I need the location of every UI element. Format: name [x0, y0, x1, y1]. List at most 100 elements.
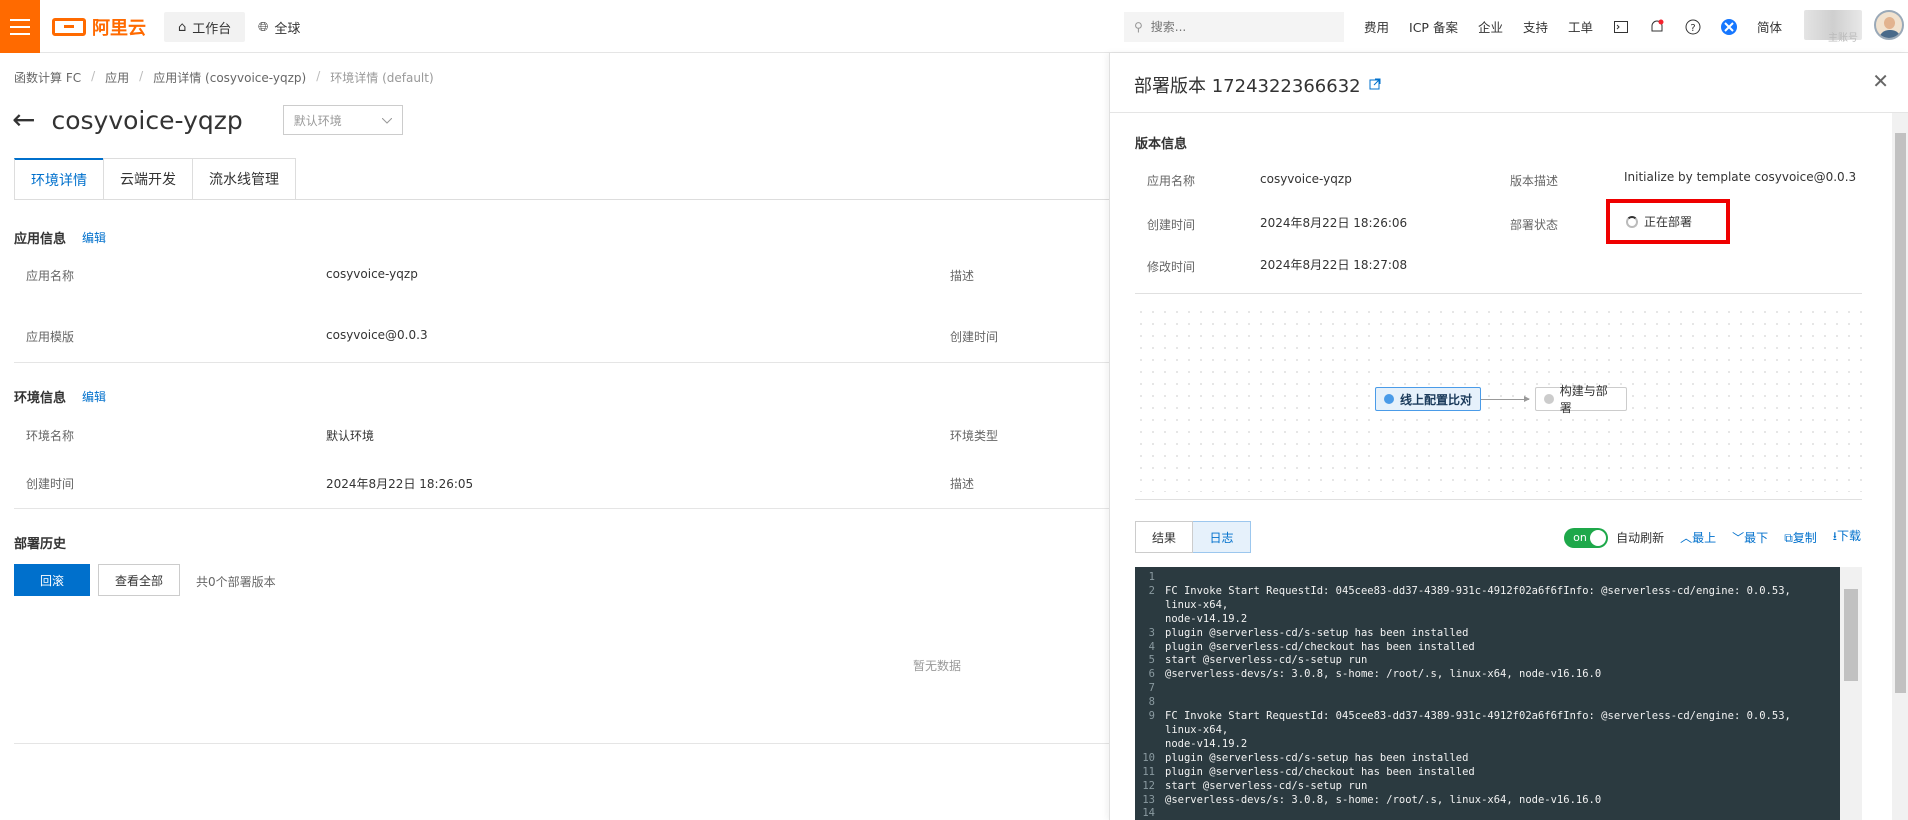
deploy-history-heading: 部署历史	[14, 537, 67, 552]
log-line: 11 plugin @serverless-cd/checkout has bee…	[1135, 766, 1840, 780]
help-icon[interactable]: ?	[1685, 19, 1701, 35]
status-dot-icon	[1384, 394, 1394, 404]
home-icon: ⌂	[178, 19, 187, 35]
env-created-value: 2024年8月22日 18:26:05	[326, 477, 474, 491]
main-content: 函数计算 FC / 应用 / 应用详情 (cosyvoice-yqzp) / 环…	[0, 53, 1110, 820]
scroll-top-button[interactable]: ︿最上	[1680, 529, 1716, 546]
breadcrumb-separator: /	[139, 69, 144, 83]
workbench-label: 工作台	[192, 21, 232, 37]
log-line-number: 11	[1142, 765, 1155, 778]
top-link-enterprise[interactable]: 企业	[1478, 17, 1503, 36]
log-line-text	[1161, 807, 1821, 820]
terminal-icon[interactable]	[1613, 19, 1629, 35]
breadcrumb-item-fc[interactable]: 函数计算 FC	[14, 69, 81, 86]
flow-node-build-deploy[interactable]: 构建与部署	[1535, 384, 1627, 415]
breadcrumb-separator: /	[316, 69, 321, 83]
version-info-heading: 版本信息	[1135, 137, 1188, 152]
loading-spinner-icon	[1626, 215, 1638, 228]
hamburger-menu-icon[interactable]	[0, 0, 40, 53]
log-line-number: 3	[1148, 626, 1155, 639]
copy-button[interactable]: ⧉复制	[1784, 529, 1817, 546]
rollback-button[interactable]: 回滚	[14, 564, 90, 596]
search-icon: ⚲	[1134, 20, 1143, 34]
auto-refresh-label: 自动刷新	[1616, 531, 1665, 545]
download-button[interactable]: ⭳下载	[1833, 527, 1861, 548]
app-info-edit-link[interactable]: 编辑	[82, 229, 106, 246]
flow-node-label: 构建与部署	[1559, 384, 1608, 415]
search-box[interactable]: ⚲	[1124, 12, 1344, 42]
top-link-support[interactable]: 支持	[1523, 17, 1548, 36]
env-created-label: 创建时间	[26, 477, 75, 491]
tab-env-detail[interactable]: 环境详情	[14, 158, 103, 200]
log-line-number: 5	[1148, 654, 1155, 667]
log-line: 9 FC Invoke Start RequestId: 045cee83-dd3…	[1135, 710, 1840, 752]
tab-log[interactable]: 日志	[1193, 521, 1251, 553]
drawer-scrollbar[interactable]	[1892, 113, 1908, 820]
tab-pipeline[interactable]: 流水线管理	[192, 158, 296, 200]
chevron-down-icon: ﹀	[1732, 531, 1745, 545]
environment-select[interactable]: 默认环境	[282, 105, 403, 135]
app-name-label: 应用名称	[26, 269, 75, 283]
notification-bell-icon[interactable]	[1649, 19, 1665, 35]
drawer-title-group: 部署版本 1724322366632	[1134, 72, 1381, 98]
tab-result[interactable]: 结果	[1135, 521, 1193, 553]
top-navbar: 阿里云 ⌂ 工作台 🌐︎ 全球 ⚲ 费用 ICP 备案 企业 支持 工单 ? 简…	[0, 0, 1908, 53]
toggle-state: on	[1573, 531, 1587, 544]
external-link-icon[interactable]	[1369, 78, 1381, 93]
region-label: 全球	[274, 21, 301, 37]
env-info-edit-link[interactable]: 编辑	[82, 388, 106, 405]
log-line-text: FC Invoke Start RequestId: 045cee83-dd37…	[1165, 584, 1791, 625]
app-created-label: 创建时间	[950, 330, 999, 344]
log-scrollbar[interactable]	[1840, 567, 1862, 820]
top-link-fees[interactable]: 费用	[1364, 17, 1389, 36]
flow-node-config-compare[interactable]: 线上配置比对	[1375, 387, 1481, 411]
language-switch[interactable]: 简体	[1757, 17, 1782, 36]
ai-assistant-icon[interactable]	[1721, 18, 1737, 35]
back-arrow-icon[interactable]: ←	[12, 106, 35, 134]
version-desc-value: Initialize by template cosyvoice@0.0.3	[1624, 170, 1857, 184]
drawer-app-name-label: 应用名称	[1147, 174, 1196, 188]
log-line-text	[1161, 696, 1821, 710]
top-link-ticket[interactable]: 工单	[1568, 17, 1593, 36]
search-input[interactable]	[1150, 20, 1311, 34]
page-tabs: 环境详情 云端开发 流水线管理	[14, 158, 296, 200]
drawer-scrollbar-thumb[interactable]	[1895, 133, 1906, 693]
tabs-divider	[14, 199, 1110, 200]
env-name-label: 环境名称	[26, 429, 75, 443]
environment-select-value: 默认环境	[293, 113, 342, 128]
view-all-button[interactable]: 查看全部	[98, 564, 180, 596]
title-row: ← cosyvoice-yqzp 默认环境	[12, 105, 403, 135]
deploy-count-text: 共0个部署版本	[196, 575, 276, 589]
breadcrumb-item-apps[interactable]: 应用	[105, 69, 129, 86]
status-dot-icon	[1544, 394, 1554, 404]
pipeline-flow-canvas: 线上配置比对 构建与部署	[1135, 306, 1862, 492]
tab-cloud-dev[interactable]: 云端开发	[103, 158, 192, 200]
workbench-button[interactable]: ⌂ 工作台	[164, 12, 246, 42]
log-line-text: FC Invoke Start RequestId: 045cee83-dd37…	[1165, 710, 1791, 750]
globe-icon: 🌐︎	[258, 19, 269, 35]
close-icon[interactable]: ✕	[1872, 69, 1889, 93]
divider	[14, 743, 1110, 744]
top-link-icp[interactable]: ICP 备案	[1409, 17, 1458, 36]
log-line: 2 FC Invoke Start RequestId: 045cee83-dd3…	[1135, 585, 1840, 627]
log-line: 14	[1135, 807, 1840, 820]
brand-name: 阿里云	[92, 18, 146, 39]
avatar[interactable]	[1874, 10, 1904, 40]
region-selector[interactable]: 🌐︎ 全球	[258, 12, 300, 42]
aliyun-logo[interactable]: 阿里云	[52, 14, 146, 40]
svg-text:?: ?	[1690, 23, 1695, 34]
chevron-up-icon: ︿	[1680, 531, 1693, 545]
log-output[interactable]: 1 2 FC Invoke Start RequestId: 045cee83-d…	[1135, 567, 1840, 820]
auto-refresh-toggle[interactable]: on	[1564, 527, 1609, 548]
log-line-text: plugin @serverless-cd/checkout has been …	[1165, 640, 1475, 653]
chevron-down-icon	[381, 113, 393, 127]
deploy-status-label: 部署状态	[1510, 218, 1559, 232]
account-area[interactable]: 主账号	[1804, 10, 1904, 44]
log-line-text: plugin @serverless-cd/s-setup has been i…	[1165, 626, 1469, 639]
env-name-value: 默认环境	[326, 429, 375, 443]
log-scrollbar-thumb[interactable]	[1844, 589, 1858, 681]
breadcrumb-item-app-detail[interactable]: 应用详情 (cosyvoice-yqzp)	[153, 69, 306, 86]
drawer-modified-value: 2024年8月22日 18:27:08	[1260, 258, 1408, 272]
app-desc-label: 描述	[950, 269, 975, 283]
scroll-bottom-button[interactable]: ﹀最下	[1732, 529, 1768, 546]
